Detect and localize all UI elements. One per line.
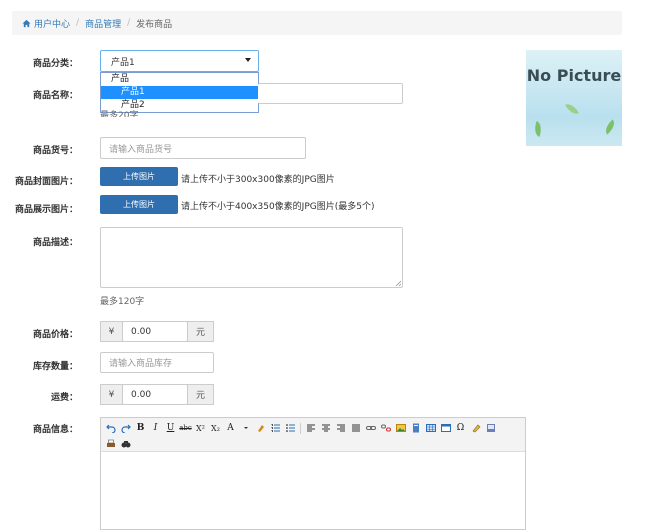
cover-image-hint: 请上传不小于300x300像素的JPG图片 xyxy=(181,175,335,185)
shipping-input[interactable]: 0.00 xyxy=(122,384,188,405)
insert-file-icon[interactable] xyxy=(410,423,421,434)
category-selected-value: 产品1 xyxy=(111,57,135,68)
shipping-value: 0.00 xyxy=(131,389,152,400)
stock-placeholder: 请输入商品库存 xyxy=(109,359,173,369)
description-textarea[interactable] xyxy=(100,227,403,288)
print-icon[interactable] xyxy=(105,439,116,450)
resize-handle-icon[interactable] xyxy=(395,280,401,286)
category-dropdown[interactable]: 产品 产品1 产品2 xyxy=(100,72,259,113)
shipping-label: 运费： xyxy=(50,393,78,403)
unordered-list-icon[interactable] xyxy=(285,423,296,434)
chevron-down-icon[interactable] xyxy=(240,423,251,434)
chevron-down-icon xyxy=(245,58,251,62)
sku-input[interactable]: 请输入商品货号 xyxy=(100,137,306,159)
name-input[interactable] xyxy=(258,83,403,104)
price-currency-addon: ¥ xyxy=(100,321,123,342)
leaf-decoration xyxy=(531,121,545,137)
description-hint: 最多120字 xyxy=(100,297,145,307)
display-images-label: 商品展示图片： xyxy=(14,205,78,215)
align-left-icon[interactable] xyxy=(305,423,316,434)
redo-icon[interactable] xyxy=(120,423,131,434)
category-option[interactable]: 产品1 xyxy=(101,86,258,99)
editor-toolbar: B I U abc X² X₂ A Ω xyxy=(101,418,525,452)
find-icon[interactable] xyxy=(120,439,131,450)
shipping-unit-addon: 元 xyxy=(187,384,214,405)
breadcrumb-separator: / xyxy=(76,18,80,28)
breadcrumb-current: 发布商品 xyxy=(136,19,173,30)
home-icon xyxy=(22,19,31,27)
description-label: 商品描述： xyxy=(32,238,78,248)
display-images-hint: 请上传不小于400x350像素的JPG图片(最多5个) xyxy=(181,202,375,212)
strikethrough-icon[interactable]: abc xyxy=(179,423,192,434)
category-label: 商品分类： xyxy=(32,59,78,69)
rich-text-editor[interactable]: B I U abc X² X₂ A Ω xyxy=(100,417,526,530)
price-value: 0.00 xyxy=(131,326,152,337)
price-unit-addon: 元 xyxy=(187,321,214,342)
align-right-icon[interactable] xyxy=(335,423,346,434)
editor-content-area[interactable] xyxy=(101,452,525,530)
special-char-icon[interactable]: Ω xyxy=(455,423,466,434)
cover-image-label: 商品封面图片： xyxy=(14,177,78,187)
align-center-icon[interactable] xyxy=(320,423,331,434)
preview-icon[interactable] xyxy=(485,423,496,434)
sku-label: 商品货号： xyxy=(32,146,78,156)
subscript-icon[interactable]: X₂ xyxy=(210,423,221,434)
leaf-decoration xyxy=(602,119,618,135)
breadcrumb-separator: / xyxy=(127,18,131,28)
sku-placeholder: 请输入商品货号 xyxy=(109,144,173,155)
info-label: 商品信息： xyxy=(32,425,78,435)
eraser-icon[interactable] xyxy=(470,423,481,434)
italic-icon[interactable]: I xyxy=(150,423,161,434)
unlink-icon[interactable] xyxy=(380,423,391,434)
stock-input[interactable]: 请输入商品库存 xyxy=(100,352,214,373)
category-option[interactable]: 产品 xyxy=(101,73,258,86)
breadcrumb: 用户中心 / 商品管理 / 发布商品 xyxy=(12,11,622,35)
template-icon[interactable] xyxy=(440,423,451,434)
toolbar-divider xyxy=(300,422,301,434)
ordered-list-icon[interactable] xyxy=(270,423,281,434)
price-input[interactable]: 0.00 xyxy=(122,321,188,342)
table-icon[interactable] xyxy=(425,423,436,434)
underline-icon[interactable]: U xyxy=(165,423,176,434)
stock-label: 库存数量： xyxy=(32,362,78,372)
font-color-icon[interactable]: A xyxy=(225,423,236,434)
no-picture-text: No Picture xyxy=(526,66,622,85)
breadcrumb-home-link[interactable]: 用户中心 xyxy=(34,17,70,30)
name-label: 商品名称： xyxy=(32,91,78,101)
leaf-decoration xyxy=(565,100,579,118)
upload-cover-button[interactable]: 上传图片 xyxy=(100,167,178,186)
align-justify-icon[interactable] xyxy=(350,423,361,434)
upload-display-button[interactable]: 上传图片 xyxy=(100,195,178,214)
shipping-currency-addon: ¥ xyxy=(100,384,123,405)
image-icon[interactable] xyxy=(395,423,406,434)
breadcrumb-section-link[interactable]: 商品管理 xyxy=(85,17,121,30)
highlight-icon[interactable] xyxy=(255,423,266,434)
bold-icon[interactable]: B xyxy=(135,423,146,434)
price-label: 商品价格： xyxy=(32,330,78,340)
product-image-preview: No Picture xyxy=(526,50,622,146)
undo-icon[interactable] xyxy=(105,423,116,434)
category-select[interactable]: 产品1 xyxy=(100,50,259,72)
link-icon[interactable] xyxy=(365,423,376,434)
superscript-icon[interactable]: X² xyxy=(195,423,206,434)
name-hint: 最多20字 xyxy=(100,111,139,117)
